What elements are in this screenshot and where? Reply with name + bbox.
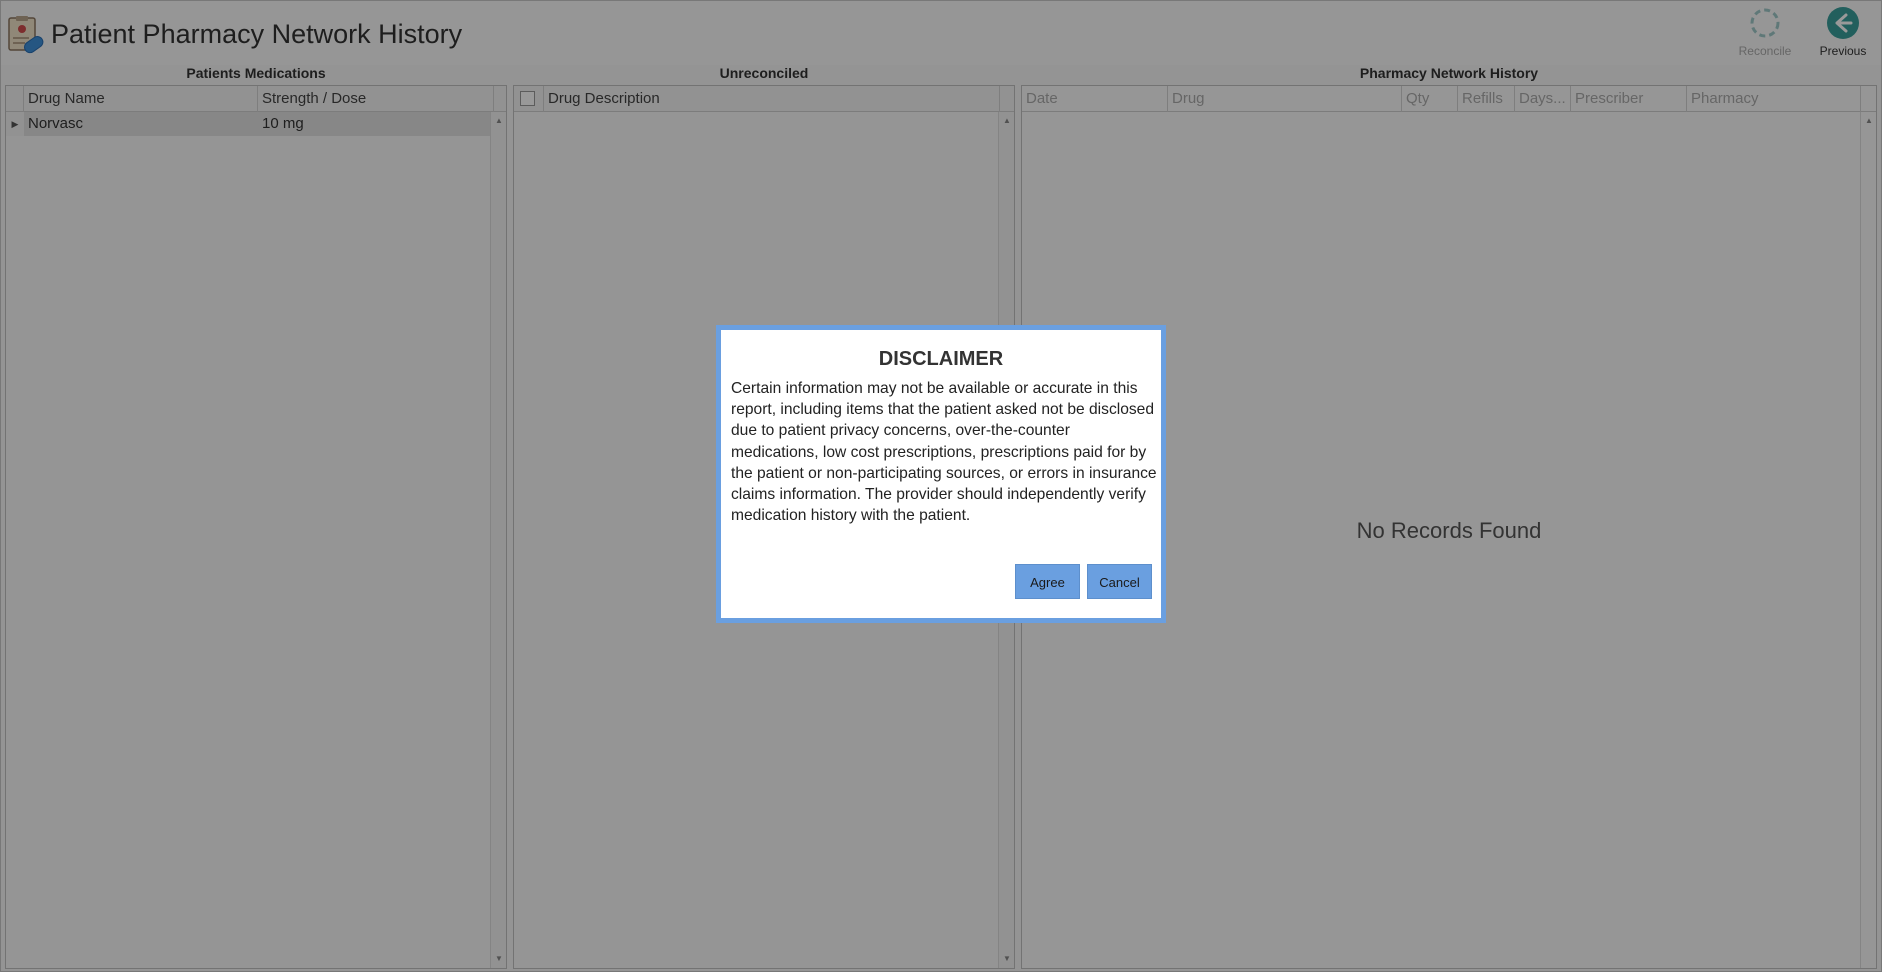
cancel-button[interactable]: Cancel xyxy=(1087,564,1152,599)
dialog-title: DISCLAIMER xyxy=(878,348,1004,370)
disclaimer-dialog: DISCLAIMER Certain information may not b… xyxy=(716,325,1166,623)
agree-button[interactable]: Agree xyxy=(1015,564,1080,599)
dialog-body: Certain information may not be available… xyxy=(731,380,1157,525)
